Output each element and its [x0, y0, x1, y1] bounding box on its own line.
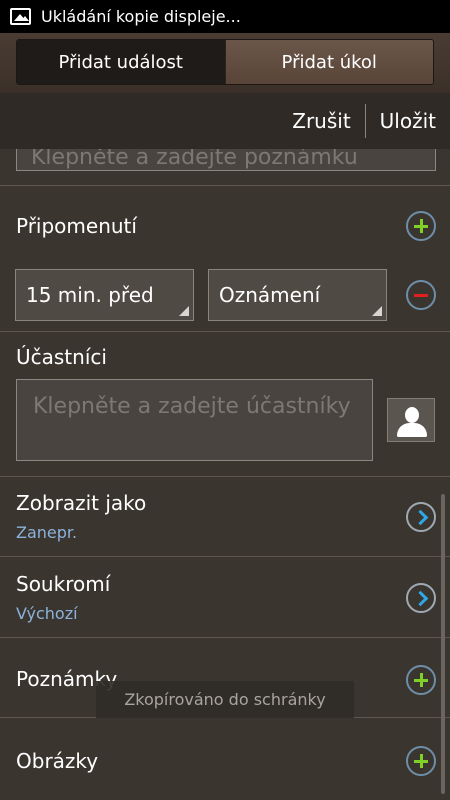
tab-group: Přidat událost Přidat úkol [16, 39, 434, 85]
tab-add-event[interactable]: Přidat událost [17, 40, 225, 84]
divider [0, 476, 450, 477]
cancel-button[interactable]: Zrušit [278, 109, 364, 133]
reminder-type-dropdown[interactable]: Oznámení [208, 269, 387, 321]
show-as-title[interactable]: Zobrazit jako [16, 491, 146, 515]
toast-message: Zkopírováno do schránky [96, 681, 354, 718]
images-title: Obrázky [16, 749, 99, 773]
remove-reminder-minus-icon[interactable] [406, 280, 436, 310]
reminder-time-dropdown[interactable]: 15 min. před [15, 269, 194, 321]
divider [0, 637, 450, 638]
divider [0, 185, 450, 186]
reminder-time-value: 15 min. před [26, 283, 154, 307]
action-bar: Zrušit Uložit [0, 93, 450, 149]
image-icon [10, 8, 31, 25]
add-notes-plus-icon[interactable] [406, 665, 436, 695]
participants-input[interactable]: Klepněte a zadejte účastníky [16, 379, 373, 461]
chevron-right-icon[interactable] [406, 583, 436, 613]
divider [0, 556, 450, 557]
note-input[interactable]: Klepněte a zadejte poznámku [16, 149, 436, 171]
status-text: Ukládání kopie displeje... [41, 7, 241, 26]
tab-strip: Přidat událost Přidat úkol [0, 33, 450, 93]
toast-text: Zkopírováno do schránky [124, 690, 326, 709]
reminder-type-value: Oznámení [219, 283, 321, 307]
show-as-value: Zanepr. [16, 523, 78, 542]
status-bar: Ukládání kopie displeje... [0, 0, 450, 33]
person-icon-body [397, 423, 427, 437]
tab-add-task-label: Přidat úkol [281, 51, 377, 73]
reminder-title: Připomenutí [16, 214, 137, 238]
tab-add-event-label: Přidat událost [58, 51, 184, 73]
privacy-title[interactable]: Soukromí [16, 572, 110, 596]
note-input-placeholder: Klepněte a zadejte poznámku [31, 149, 358, 170]
participants-input-placeholder: Klepněte a zadejte účastníky [33, 394, 351, 419]
chevron-right-icon[interactable] [406, 502, 436, 532]
tab-add-task[interactable]: Přidat úkol [224, 40, 433, 84]
person-icon [405, 407, 419, 423]
content-scroll[interactable]: Klepněte a zadejte poznámku Připomenutí … [0, 149, 450, 800]
privacy-value: Výchozí [16, 604, 78, 623]
contact-picker-button[interactable] [387, 398, 435, 442]
save-button[interactable]: Uložit [366, 109, 450, 133]
divider [0, 331, 450, 332]
scrollbar[interactable] [441, 494, 445, 794]
participants-title: Účastníci [16, 345, 107, 369]
add-images-plus-icon[interactable] [406, 746, 436, 776]
add-reminder-plus-icon[interactable] [406, 211, 436, 241]
